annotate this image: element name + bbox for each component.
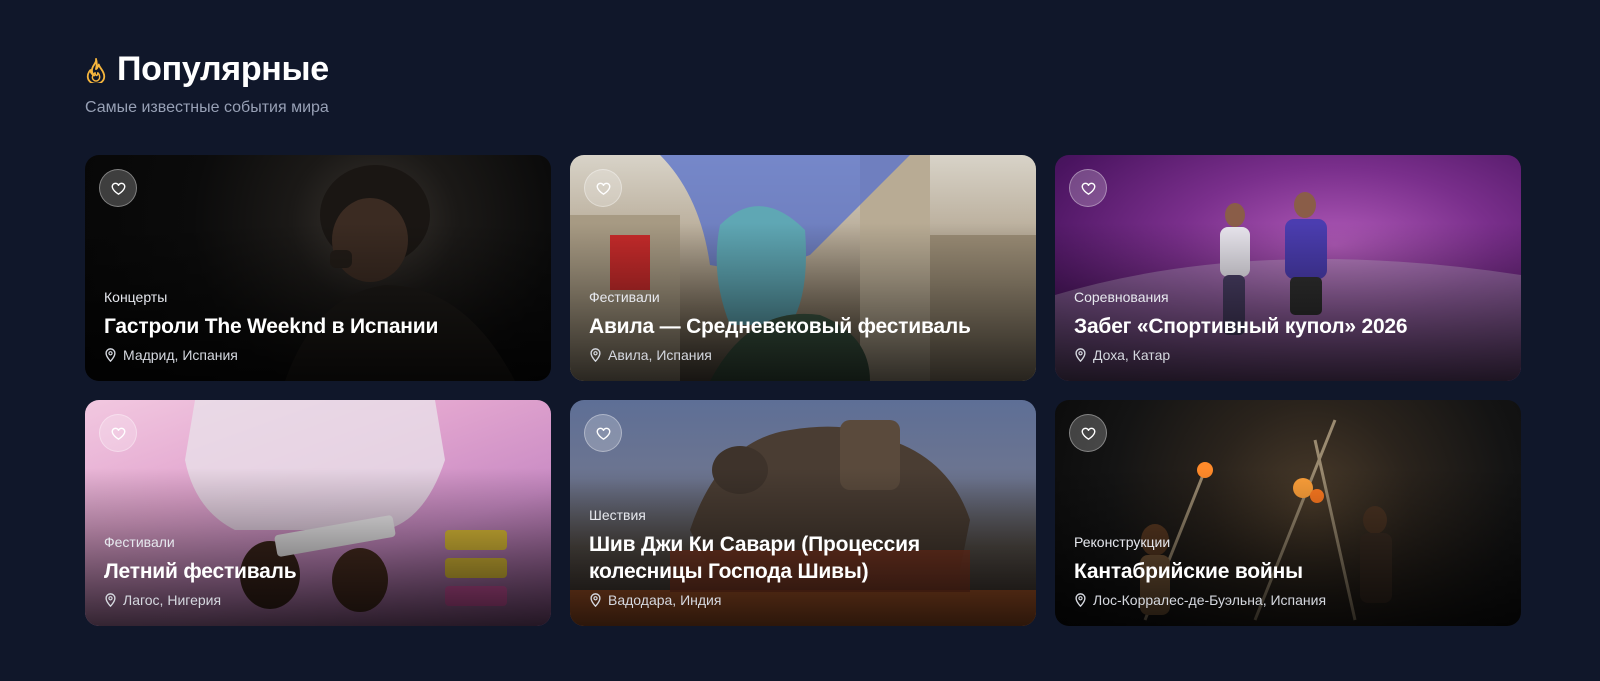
heart-icon (1081, 182, 1095, 195)
section-subtitle: Самые известные события мира (85, 99, 329, 116)
event-card[interactable]: Шествия Шив Джи Ки Савари (Процессия кол… (570, 400, 1036, 626)
event-card[interactable]: Концерты Гастроли The Weeknd в Испании М… (85, 155, 551, 381)
heart-icon (1081, 427, 1095, 440)
location-pin-icon (590, 593, 601, 607)
location-pin-icon (1075, 593, 1086, 607)
event-location: Мадрид, Испания (104, 347, 532, 363)
event-title[interactable]: Кантабрийские войны (1074, 558, 1502, 585)
event-category: Фестивали (589, 289, 660, 305)
events-grid: Концерты Гастроли The Weeknd в Испании М… (85, 155, 1521, 626)
event-category: Реконструкции (1074, 534, 1171, 550)
event-info: Концерты Гастроли The Weeknd в Испании М… (104, 289, 532, 363)
favorite-button[interactable] (99, 169, 137, 207)
event-location-text: Лос-Корралес-де-Буэльна, Испания (1093, 592, 1327, 608)
event-location: Вадодара, Индия (589, 592, 1017, 608)
event-location-text: Мадрид, Испания (123, 347, 238, 363)
event-info: Фестивали Авила — Средневековый фестивал… (589, 289, 1017, 363)
event-location-text: Лагос, Нигерия (123, 592, 222, 608)
location-pin-icon (105, 348, 116, 362)
event-location-text: Доха, Катар (1093, 347, 1171, 363)
event-location-text: Вадодара, Индия (608, 592, 722, 608)
event-category: Шествия (589, 507, 646, 523)
favorite-button[interactable] (1069, 169, 1107, 207)
event-location: Авила, Испания (589, 347, 1017, 363)
heart-icon (596, 182, 610, 195)
favorite-button[interactable] (99, 414, 137, 452)
event-location: Лос-Корралес-де-Буэльна, Испания (1074, 592, 1502, 608)
favorite-button[interactable] (584, 414, 622, 452)
event-category: Фестивали (104, 534, 175, 550)
event-category: Соревнования (1074, 289, 1169, 305)
event-card[interactable]: Фестивали Авила — Средневековый фестивал… (570, 155, 1036, 381)
event-title[interactable]: Забег «Спортивный купол» 2026 (1074, 313, 1502, 340)
event-title[interactable]: Авила — Средневековый фестиваль (589, 313, 1017, 340)
favorite-button[interactable] (1069, 414, 1107, 452)
event-info: Шествия Шив Джи Ки Савари (Процессия кол… (589, 507, 1017, 608)
popular-section: Популярные Самые известные события мира … (0, 0, 1600, 626)
event-card[interactable]: Реконструкции Кантабрийские войны Лос-Ко… (1055, 400, 1521, 626)
location-pin-icon (105, 593, 116, 607)
event-location: Лагос, Нигерия (104, 592, 532, 608)
heart-icon (111, 182, 125, 195)
event-card[interactable]: Соревнования Забег «Спортивный купол» 20… (1055, 155, 1521, 381)
event-card[interactable]: Фестивали Летний фестиваль Лагос, Нигери… (85, 400, 551, 626)
event-title[interactable]: Шив Джи Ки Савари (Процессия колесницы Г… (589, 531, 1017, 585)
section-header: Популярные (85, 50, 1515, 89)
event-info: Соревнования Забег «Спортивный купол» 20… (1074, 289, 1502, 363)
event-info: Реконструкции Кантабрийские войны Лос-Ко… (1074, 534, 1502, 608)
fire-icon (86, 57, 106, 83)
event-title[interactable]: Летний фестиваль (104, 558, 532, 585)
event-location-text: Авила, Испания (608, 347, 712, 363)
event-location: Доха, Катар (1074, 347, 1502, 363)
event-category: Концерты (104, 289, 168, 305)
event-info: Фестивали Летний фестиваль Лагос, Нигери… (104, 534, 532, 608)
heart-icon (596, 427, 610, 440)
section-title: Популярные (117, 50, 329, 88)
event-title[interactable]: Гастроли The Weeknd в Испании (104, 313, 532, 340)
favorite-button[interactable] (584, 169, 622, 207)
location-pin-icon (1075, 348, 1086, 362)
heart-icon (111, 427, 125, 440)
location-pin-icon (590, 348, 601, 362)
